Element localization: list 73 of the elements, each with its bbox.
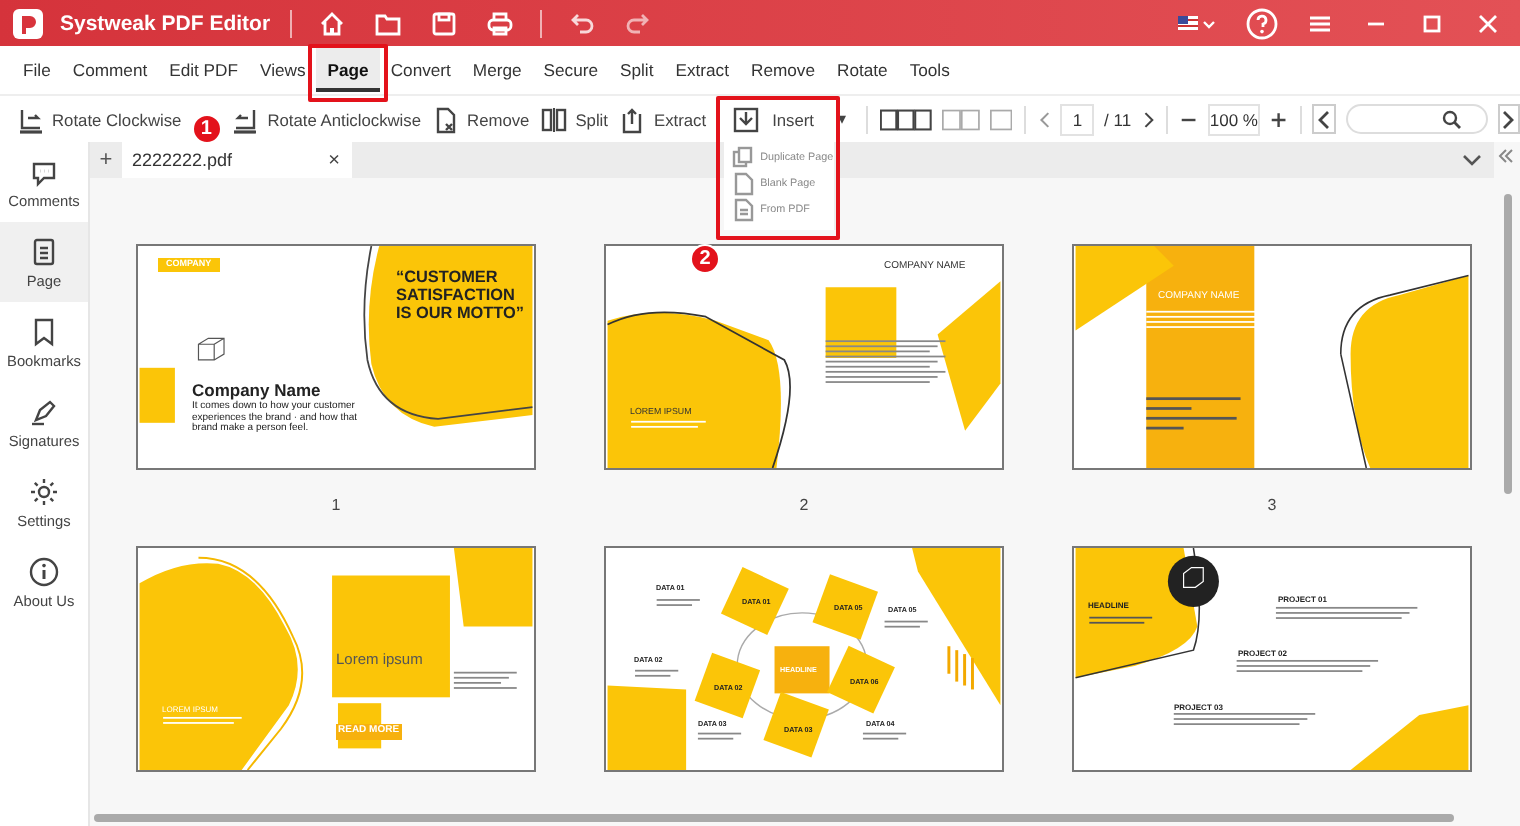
duplicate-icon	[732, 146, 755, 170]
page-icon	[28, 235, 60, 267]
toolbar-button[interactable]: Extract	[618, 99, 707, 139]
callout-frame	[716, 95, 841, 239]
save-icon[interactable]	[430, 9, 459, 37]
page-number: 1	[331, 496, 341, 514]
page-number: 2	[799, 496, 809, 514]
app-logo-icon	[12, 7, 44, 39]
horizontal-scrollbar[interactable]	[94, 814, 1454, 822]
tab-title: 2222222.pdf	[132, 150, 233, 170]
document-tab[interactable]: 2222222.pdf ×	[122, 142, 352, 178]
folder-icon[interactable]	[374, 9, 403, 37]
menu-tab[interactable]: Views	[249, 48, 317, 92]
toolbar-button[interactable]: Remove	[431, 99, 530, 139]
previous-result-button[interactable]	[1312, 104, 1336, 134]
slide-text: “CUSTOMER SATISFACTION IS OUR MOTTO”	[396, 268, 526, 323]
app-title: Systweak PDF Editor	[60, 11, 271, 35]
menu-tab[interactable]: Page	[316, 48, 380, 92]
single-page-view-icon[interactable]	[989, 105, 1012, 133]
close-icon[interactable]	[1474, 9, 1502, 37]
home-icon[interactable]	[318, 9, 347, 37]
step-badge: 1	[191, 114, 222, 144]
page-number: 3	[1267, 496, 1277, 514]
menu-tab[interactable]: File	[12, 48, 62, 92]
toolbar-button[interactable]: Rotate Clockwise	[16, 99, 182, 139]
two-page-view-icon[interactable]	[941, 105, 980, 133]
menu-tab[interactable]: Convert	[379, 48, 462, 92]
menu-tab[interactable]: Comment	[61, 48, 159, 92]
previous-page-icon[interactable]	[1037, 109, 1051, 129]
undo-icon[interactable]	[568, 9, 597, 37]
search-icon	[1441, 109, 1462, 129]
flag-icon[interactable]	[1178, 13, 1218, 33]
callout-frame	[308, 44, 388, 102]
menu-tab[interactable]: Remove	[739, 48, 826, 92]
document-icon	[732, 198, 755, 222]
rotate-cw-icon	[16, 105, 44, 133]
page-icon	[732, 172, 755, 196]
next-page-icon[interactable]	[1141, 109, 1155, 129]
remove-icon	[431, 105, 460, 133]
rotate-ccw-icon	[231, 105, 260, 133]
menu-tab[interactable]: Split	[609, 48, 665, 92]
chevron-down-icon[interactable]	[1462, 152, 1482, 168]
chevron-right-icon	[1500, 109, 1517, 129]
vertical-scrollbar[interactable]	[1504, 194, 1512, 494]
search-field[interactable]	[1345, 104, 1488, 134]
extract-icon	[618, 105, 646, 133]
collapse-panel-icon[interactable]	[1498, 148, 1514, 164]
menu-tab[interactable]: Merge	[461, 48, 533, 92]
slide-text: Company Name	[192, 382, 321, 400]
zoom-field[interactable]: 100 %	[1207, 103, 1260, 135]
chevron-left-icon	[1316, 109, 1333, 129]
menu-tab[interactable]: Rotate	[825, 48, 899, 92]
menu-tab[interactable]: Edit PDF	[158, 48, 249, 92]
gear-icon	[28, 475, 60, 507]
split-icon	[539, 105, 568, 133]
insert-icon	[732, 105, 761, 133]
menu-tab[interactable]: Secure	[532, 48, 610, 92]
toolbar-button[interactable]: Split	[539, 99, 608, 139]
toolbar-button[interactable]: Rotate Anticlockwise	[231, 99, 422, 139]
redo-icon[interactable]	[624, 9, 653, 37]
page-number-field[interactable]: 1	[1060, 103, 1095, 135]
info-icon	[28, 555, 60, 587]
zoom-in-icon[interactable]	[1270, 109, 1288, 129]
page-count: / 11	[1104, 109, 1132, 129]
next-result-button[interactable]	[1497, 104, 1520, 134]
menu-tab[interactable]: Tools	[898, 48, 961, 92]
menu-tab[interactable]: Extract	[664, 48, 740, 92]
close-tab-button[interactable]: ×	[328, 149, 340, 171]
add-tab-button[interactable]: +	[90, 148, 122, 172]
pen-icon	[28, 395, 60, 427]
help-icon[interactable]	[1246, 7, 1278, 39]
print-icon[interactable]	[486, 9, 515, 37]
three-page-view-icon[interactable]	[879, 105, 932, 133]
